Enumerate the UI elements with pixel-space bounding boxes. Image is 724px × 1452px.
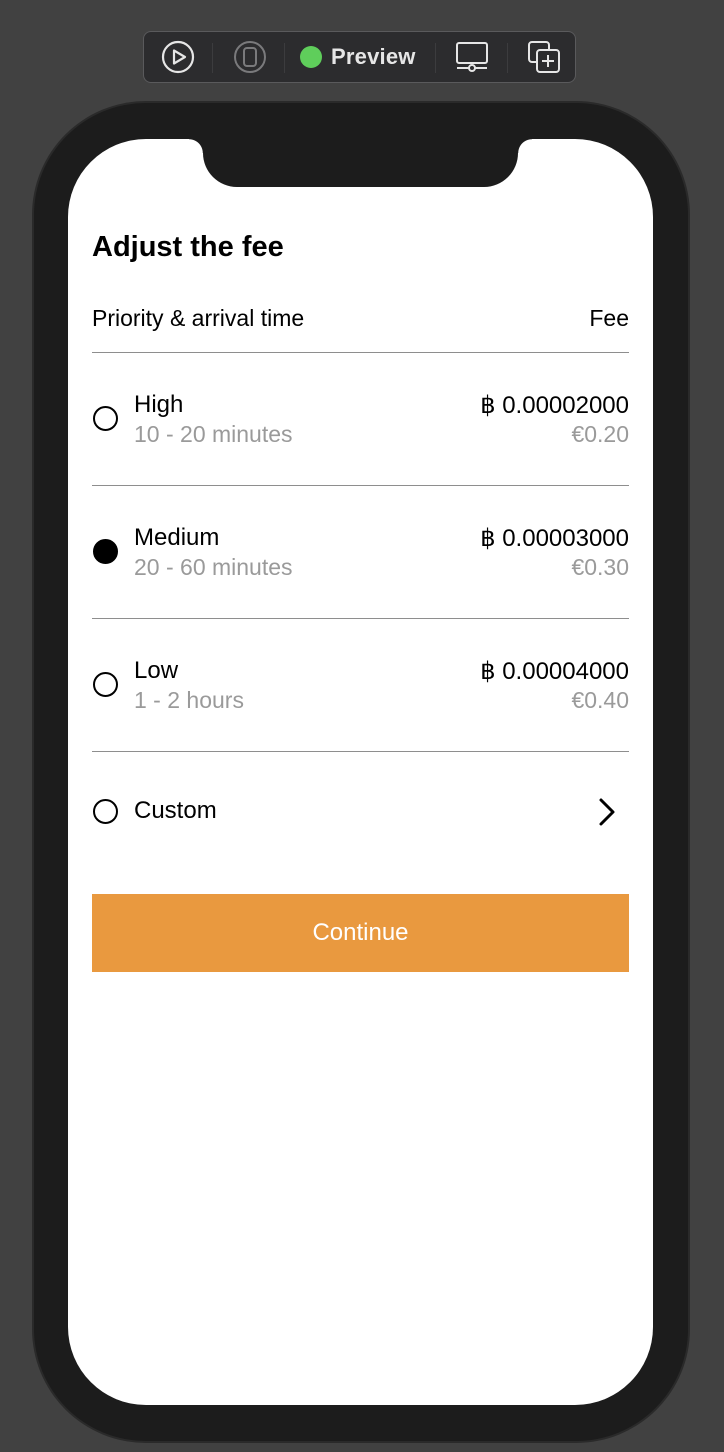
duplicate-preview-button[interactable] xyxy=(525,32,563,82)
radio-button-custom[interactable] xyxy=(93,799,118,824)
chevron-right-icon[interactable] xyxy=(597,797,617,827)
option-arrival-time: 20 - 60 minutes xyxy=(134,554,293,580)
live-preview-button[interactable] xyxy=(158,32,198,82)
option-btc-fee: ฿ 0.00004000 xyxy=(480,658,629,685)
option-btc-fee: ฿ 0.00002000 xyxy=(480,392,629,419)
option-fiat-fee: €0.30 xyxy=(571,554,629,580)
continue-button[interactable]: Continue xyxy=(92,894,629,972)
duplicate-preview-icon xyxy=(528,41,560,73)
divider xyxy=(92,485,629,486)
header-fee-label: Fee xyxy=(589,305,629,331)
fee-option-low[interactable]: Low 1 - 2 hours ฿ 0.00004000 €0.40 xyxy=(92,652,629,752)
preview-label: Preview xyxy=(331,44,416,69)
play-circle-icon xyxy=(161,40,195,74)
option-btc-fee: ฿ 0.00003000 xyxy=(480,525,629,552)
radio-button-medium[interactable] xyxy=(93,539,118,564)
option-fiat-fee: €0.40 xyxy=(571,687,629,713)
option-fiat-fee: €0.20 xyxy=(571,421,629,447)
device-notch xyxy=(189,139,532,187)
table-header: Priority & arrival time Fee xyxy=(92,305,629,332)
preview-toolbar: Preview xyxy=(143,31,576,83)
divider xyxy=(92,618,629,619)
toolbar-separator xyxy=(212,43,213,73)
option-label: High xyxy=(134,391,184,418)
page-title: Adjust the fee xyxy=(92,231,284,263)
status-dot xyxy=(300,46,322,68)
header-priority-label: Priority & arrival time xyxy=(92,305,305,331)
radio-button-high[interactable] xyxy=(93,406,118,431)
option-label: Medium xyxy=(134,524,220,551)
option-arrival-time: 1 - 2 hours xyxy=(134,687,244,713)
device-screen: Adjust the fee Priority & arrival time F… xyxy=(68,139,653,1405)
device-selector-icon xyxy=(234,41,266,73)
radio-button-low[interactable] xyxy=(93,672,118,697)
fee-option-custom[interactable]: Custom xyxy=(92,779,629,845)
fee-option-high[interactable]: High 10 - 20 minutes ฿ 0.00002000 €0.20 xyxy=(92,386,629,486)
option-label: Custom xyxy=(134,797,217,824)
option-arrival-time: 10 - 20 minutes xyxy=(134,421,293,447)
preview-status[interactable]: Preview xyxy=(300,32,420,82)
option-label: Low xyxy=(134,657,179,684)
divider xyxy=(92,751,629,752)
toolbar-separator xyxy=(435,43,436,73)
display-settings-icon xyxy=(456,42,488,72)
divider xyxy=(92,352,629,353)
toolbar-separator xyxy=(507,43,508,73)
fee-option-medium[interactable]: Medium 20 - 60 minutes ฿ 0.00003000 €0.3… xyxy=(92,519,629,619)
toolbar-separator xyxy=(284,43,285,73)
device-selector-button[interactable] xyxy=(230,32,270,82)
display-settings-button[interactable] xyxy=(453,32,491,82)
